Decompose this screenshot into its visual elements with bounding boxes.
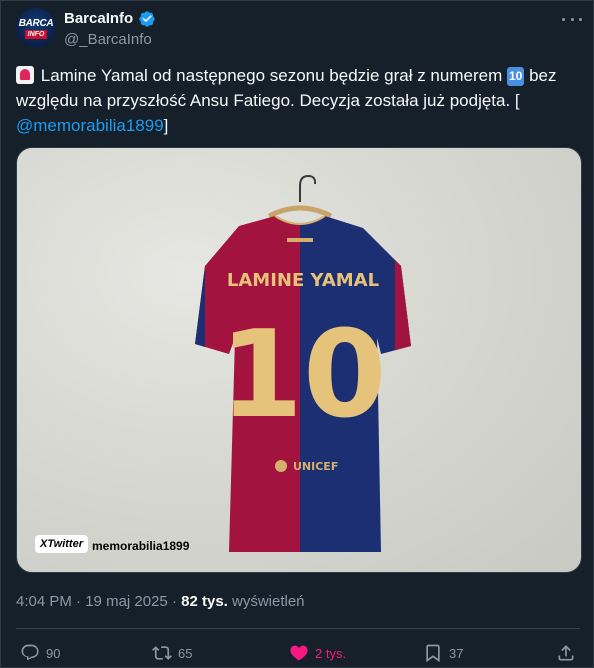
share-icon bbox=[558, 645, 574, 661]
reply-button[interactable]: 90 bbox=[20, 641, 60, 665]
tweet-text-part3: ] bbox=[163, 116, 169, 135]
meta-separator: · bbox=[76, 593, 82, 610]
jersey-number-text: 10 bbox=[220, 306, 387, 445]
avatar-text: BARCA bbox=[18, 18, 54, 29]
mention-link[interactable]: @memorabilia1899 bbox=[16, 116, 164, 135]
tweet-time[interactable]: 4:04 PM bbox=[16, 593, 72, 610]
avatar-text-secondary: INFO bbox=[25, 30, 47, 39]
views-label: wyświetleń bbox=[232, 593, 305, 610]
repost-button[interactable]: 65 bbox=[152, 641, 192, 665]
verified-badge-icon[interactable] bbox=[138, 10, 156, 28]
repost-icon bbox=[152, 646, 172, 660]
keycap-ten-emoji: 10 bbox=[506, 67, 525, 86]
police-light-emoji bbox=[16, 66, 34, 84]
bookmark-icon bbox=[426, 644, 440, 663]
like-count: 2 tys. bbox=[315, 645, 347, 661]
repost-count: 65 bbox=[178, 645, 193, 661]
avatar[interactable]: BARCA INFO bbox=[16, 8, 56, 48]
tweet-meta: 4:04 PM · 19 maj 2025 · 82 tys. wyświetl… bbox=[16, 593, 305, 610]
bookmark-count: 37 bbox=[449, 645, 464, 661]
more-options-icon[interactable] bbox=[562, 11, 582, 27]
bookmark-button[interactable]: 37 bbox=[423, 641, 463, 665]
author-handle[interactable]: @_BarcaInfo bbox=[64, 31, 152, 48]
views-count: 82 tys. bbox=[181, 593, 228, 610]
jersey-name-text: LAMINE YAMAL bbox=[227, 270, 379, 291]
reply-icon bbox=[21, 644, 39, 660]
heart-icon bbox=[290, 645, 308, 661]
like-button[interactable]: 2 tys. bbox=[289, 641, 346, 665]
author-display-name[interactable]: BarcaInfo bbox=[64, 10, 133, 27]
share-button[interactable] bbox=[556, 641, 582, 665]
meta-separator-2: · bbox=[171, 593, 177, 610]
tweet-date[interactable]: 19 maj 2025 bbox=[85, 593, 168, 610]
jersey-sponsor-text: UNICEF bbox=[293, 460, 338, 473]
divider bbox=[16, 628, 580, 629]
watermark-text: memorabilia1899 bbox=[92, 539, 190, 553]
tweet-text-part1: Lamine Yamal od następnego sezonu będzie… bbox=[40, 66, 503, 85]
tweet-card: BARCA INFO BarcaInfo @_BarcaInfo Lamine … bbox=[0, 0, 594, 668]
tweet-photo[interactable]: LAMINE YAMAL 10 UNICEF XTwitter memorabi… bbox=[16, 147, 582, 573]
jersey-illustration: LAMINE YAMAL 10 UNICEF bbox=[195, 174, 411, 552]
tweet-text: Lamine Yamal od następnego sezonu będzie… bbox=[16, 63, 580, 138]
watermark-logo: XTwitter bbox=[35, 535, 88, 553]
reply-count: 90 bbox=[46, 645, 61, 661]
